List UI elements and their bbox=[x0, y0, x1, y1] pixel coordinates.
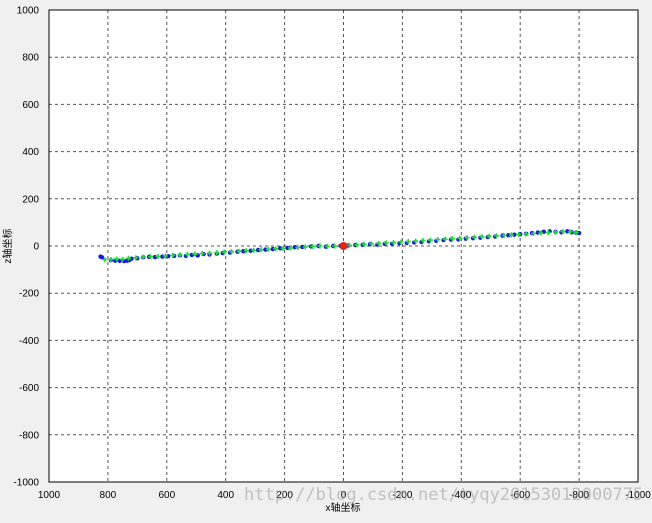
scatter-chart: 1000 800 600 400 200 0 -200 -400 -600 -800 -1000 1… bbox=[1, 6, 651, 515]
y-tick-label: 0 bbox=[33, 242, 39, 253]
y-axis-title: z轴坐标 bbox=[1, 229, 14, 264]
y-tick-label: -600 bbox=[19, 383, 39, 394]
y-tick-label: 200 bbox=[22, 194, 39, 205]
y-tick-label: -200 bbox=[19, 289, 39, 300]
y-tick-label: 800 bbox=[22, 53, 39, 64]
y-tick-label: -1000 bbox=[13, 478, 39, 489]
y-tick-label: 1000 bbox=[17, 6, 40, 17]
x-tick-label: 600 bbox=[158, 490, 175, 501]
y-axis-tick-labels: 1000 800 600 400 200 0 -200 -400 -600 -800 -1000 bbox=[13, 6, 39, 489]
y-tick-label: -800 bbox=[19, 430, 39, 441]
y-tick-label: -400 bbox=[19, 336, 39, 347]
data-point bbox=[99, 255, 105, 260]
x-tick-label: 800 bbox=[100, 490, 117, 501]
watermark: http://blog.csdn.net/tyqy20153012000775 bbox=[244, 485, 643, 505]
y-tick-label: 400 bbox=[22, 147, 39, 158]
series-2 bbox=[339, 242, 348, 250]
chart-window: 1000 800 600 400 200 0 -200 -400 -600 -800 -1000 1… bbox=[0, 0, 652, 518]
y-tick-label: 600 bbox=[22, 100, 39, 111]
x-tick-label: 400 bbox=[217, 490, 234, 501]
x-tick-label: 1000 bbox=[38, 490, 61, 501]
origin-point bbox=[339, 242, 348, 250]
